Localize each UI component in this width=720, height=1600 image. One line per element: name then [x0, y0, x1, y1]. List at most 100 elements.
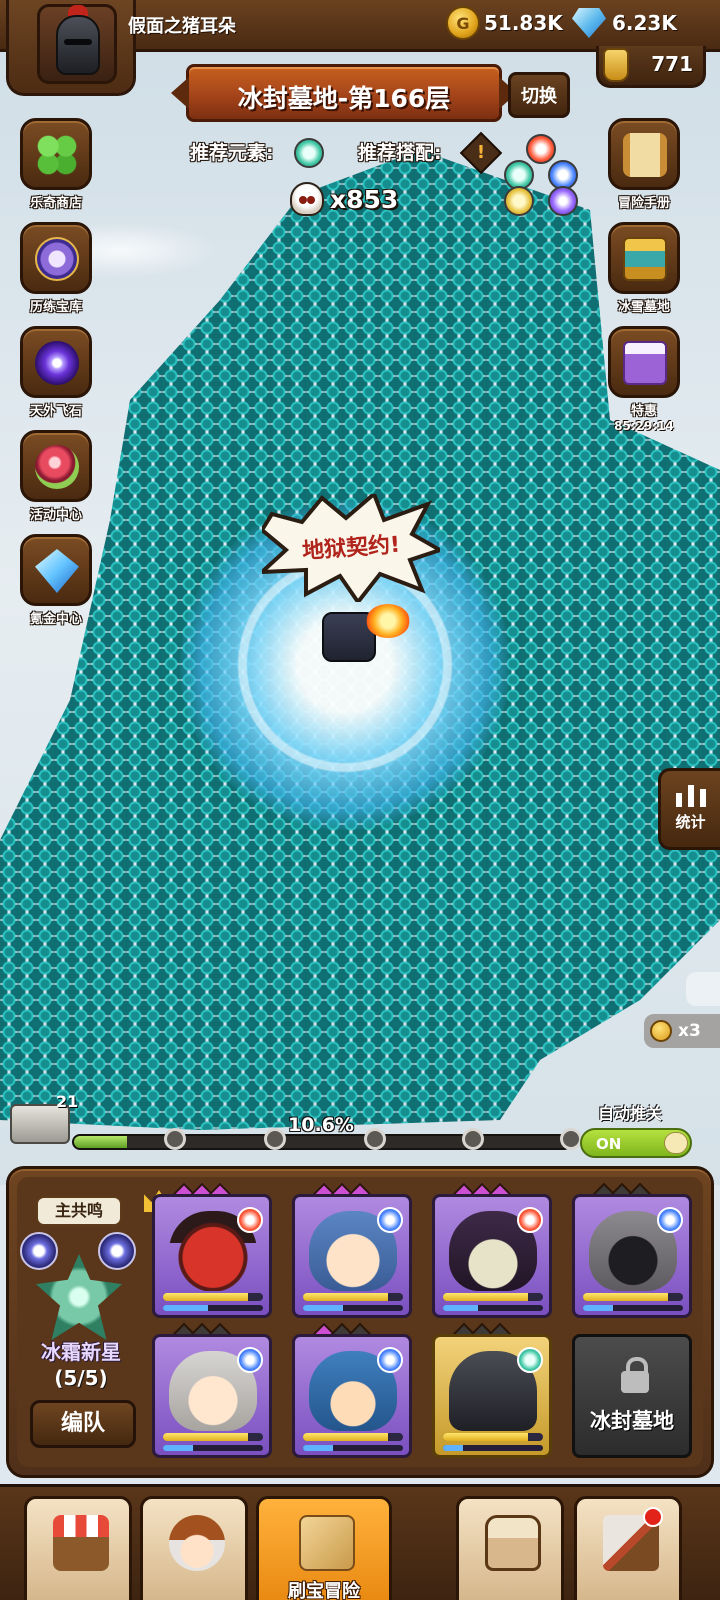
gift-icon — [623, 341, 667, 385]
menu-special-offer[interactable]: 特惠 85:29:14 — [606, 326, 682, 433]
nav-shop[interactable] — [24, 1496, 132, 1600]
fire-element-icon — [517, 1207, 543, 1233]
resonance-right-icon[interactable] — [98, 1232, 136, 1270]
milestone-key-icon — [358, 1124, 386, 1154]
dark-element-icon — [548, 186, 578, 216]
hero-card[interactable] — [572, 1194, 692, 1318]
progress-chest[interactable]: 21 — [4, 1092, 79, 1150]
gold-resource[interactable]: G 51.83K — [446, 6, 563, 40]
vault-icon — [35, 237, 79, 281]
hero-card[interactable] — [292, 1334, 412, 1458]
fire-element-icon — [237, 1207, 263, 1233]
milestone-key-icon — [158, 1124, 186, 1154]
kill-counter: x853 — [290, 182, 398, 216]
water-element-icon — [237, 1347, 263, 1373]
fire-effect — [366, 604, 410, 638]
locked-slot-label: 冰封墓地 — [590, 1409, 674, 1433]
backpack-icon — [485, 1515, 541, 1571]
resonance-label: 主共鸣 — [36, 1196, 122, 1226]
stats-button[interactable]: 统计 — [658, 768, 720, 850]
menu-leqi-shop[interactable]: 乐奇商店 — [18, 118, 94, 211]
menu-label: 天外飞石 — [29, 404, 82, 419]
hero-card[interactable] — [432, 1194, 552, 1318]
nav-heroes[interactable] — [140, 1496, 248, 1600]
gold-coin-icon: G — [446, 6, 480, 40]
menu-label: 氪金中心 — [29, 612, 82, 627]
battle-shout-bubble: 地狱契约! — [262, 494, 440, 602]
flower-bouquet-icon — [35, 445, 79, 489]
potion-bottle-icon — [603, 48, 629, 82]
gold-coin-icon — [650, 1020, 672, 1042]
coin-multiplier: x3 — [678, 1021, 701, 1041]
milestone-key-icon — [258, 1124, 286, 1154]
menu-label: 特惠 — [630, 404, 657, 419]
avatar[interactable] — [37, 4, 117, 84]
treasure-map-icon — [299, 1515, 355, 1571]
wind-element-icon — [517, 1347, 543, 1373]
hero-card[interactable] — [432, 1334, 552, 1458]
auto-push-toggle[interactable]: ON — [580, 1128, 692, 1158]
recommend-combo-label: 推荐搭配: — [358, 142, 442, 164]
kill-count: x853 — [330, 184, 399, 214]
chest-icon — [623, 237, 667, 281]
menu-event-center[interactable]: 活动中心 — [18, 430, 94, 523]
milestone-key-icon — [456, 1124, 484, 1154]
hero-card[interactable] — [152, 1334, 272, 1458]
hero-card[interactable] — [152, 1194, 272, 1318]
stats-label: 统计 — [675, 813, 706, 831]
progress-percent: 10.6% — [288, 1114, 354, 1136]
skull-icon — [290, 182, 324, 216]
gem-value: 6.23K — [612, 11, 677, 35]
collapsed-side-tab[interactable] — [686, 972, 720, 1006]
chest-count: 21 — [56, 1092, 79, 1111]
menu-topup-center[interactable]: 氪金中心 — [18, 534, 94, 627]
notification-badge — [643, 1507, 663, 1527]
clover-icon — [35, 133, 79, 177]
menu-label: 冰雪墓地 — [617, 300, 670, 315]
menu-adventure-handbook[interactable]: 冒险手册 — [606, 118, 682, 211]
stage-banner: 冰封墓地-第166层 — [186, 64, 502, 122]
toggle-state: ON — [596, 1135, 622, 1153]
potion-value: 771 — [651, 52, 693, 76]
potion-resource[interactable]: 771 — [596, 46, 706, 88]
avatar-frame[interactable] — [6, 0, 136, 96]
stage-progress-bar — [72, 1134, 572, 1150]
nav-backpack[interactable] — [456, 1496, 564, 1600]
knight-helmet-icon — [56, 15, 100, 75]
milestone-key-icon — [554, 1124, 582, 1154]
wind-element-icon — [294, 138, 324, 168]
progress-fill — [74, 1136, 127, 1148]
recommend-element-label: 推荐元素: — [190, 142, 274, 164]
nav-forge[interactable] — [574, 1496, 682, 1600]
water-element-icon — [377, 1207, 403, 1233]
formation-button[interactable]: 编队 — [30, 1400, 136, 1448]
portal-icon — [35, 341, 79, 385]
coin-multiplier-chip[interactable]: x3 — [644, 1014, 720, 1048]
menu-label: 历练宝库 — [29, 300, 82, 315]
shop-icon — [53, 1515, 109, 1571]
stage-title: 冰封墓地-第166层 — [237, 84, 451, 113]
menu-meteor-stone[interactable]: 天外飞石 — [18, 326, 94, 419]
water-element-icon — [377, 1347, 403, 1373]
gold-value: 51.83K — [484, 11, 563, 35]
bar-chart-icon — [675, 783, 706, 807]
scroll-icon — [623, 133, 667, 177]
set-name: 冰霜新星 — [41, 1340, 121, 1364]
locked-hero-slot[interactable]: 冰封墓地 — [572, 1334, 692, 1458]
set-count: (5/5) — [54, 1366, 108, 1390]
menu-label: 乐奇商店 — [29, 196, 82, 211]
menu-label: 活动中心 — [29, 508, 82, 523]
switch-stage-button[interactable]: 切换 — [508, 72, 570, 118]
menu-training-vault[interactable]: 历练宝库 — [18, 222, 94, 315]
nav-treasure-adventure[interactable]: 刷宝冒险 — [256, 1496, 392, 1600]
player-name: 假面之猪耳朵 — [128, 16, 236, 37]
menu-snow-graveyard[interactable]: 冰雪墓地 — [606, 222, 682, 315]
auto-push-label: 自动推关 — [598, 1104, 663, 1123]
resonance-left-icon[interactable] — [20, 1232, 58, 1270]
light-element-icon — [504, 186, 534, 216]
water-element-icon — [657, 1207, 683, 1233]
hero-card[interactable] — [292, 1194, 412, 1318]
nav-label: 刷宝冒险 — [288, 1581, 360, 1600]
gem-resource[interactable]: 6.23K — [572, 8, 677, 38]
fire-element-icon — [526, 134, 556, 164]
